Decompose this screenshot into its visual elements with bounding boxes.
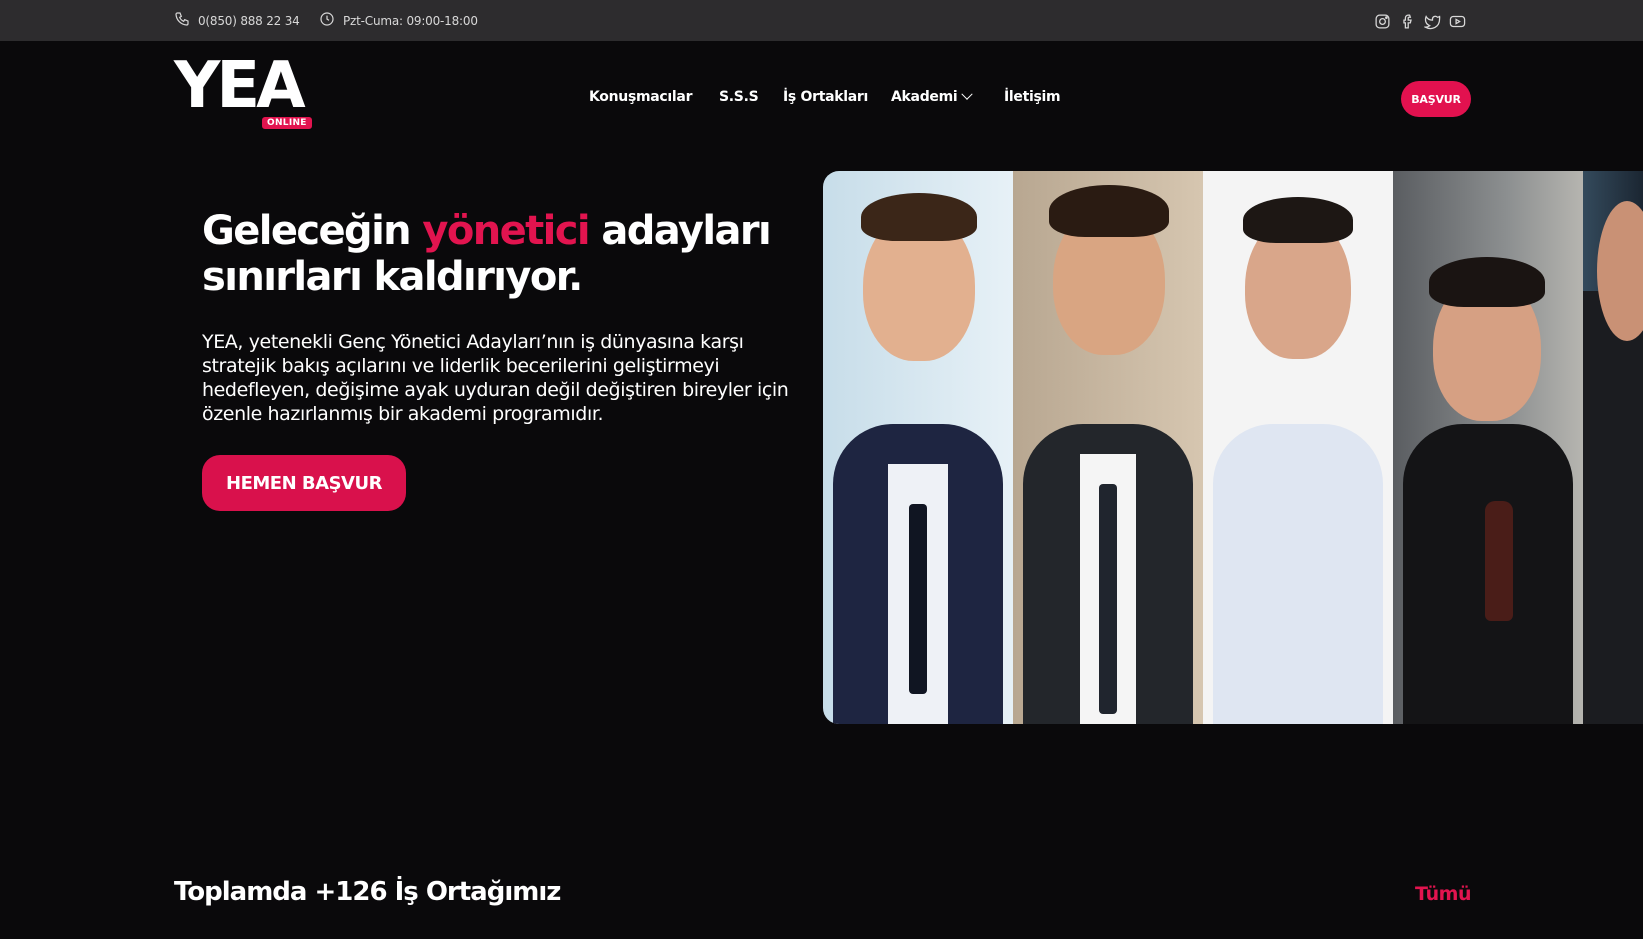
nav-item-faq[interactable]: S.S.S [719,89,759,105]
speaker-hair [1243,197,1353,243]
apply-button[interactable]: BAŞVUR [1401,81,1471,117]
hero-title-accent: yönetici [422,208,590,254]
apply-now-button[interactable]: HEMEN BAŞVUR [202,455,406,511]
speaker-suit [1583,291,1643,724]
instagram-icon[interactable] [1374,13,1391,30]
speakers-gallery [823,171,1643,724]
speaker-photo [1203,171,1393,724]
nav-item-contact[interactable]: İletişim [1004,89,1061,105]
all-partners-link[interactable]: Tümü [1415,883,1472,905]
speaker-shirt-body [1213,424,1383,724]
speaker-tie [909,504,927,694]
bottle-image [1485,501,1513,621]
speaker-hair [861,193,977,241]
top-bar: 0(850) 888 22 34 Pzt-Cuma: 09:00-18:00 [0,0,1643,41]
partners-title: Toplamda +126 İş Ortağımız [174,877,561,907]
speaker-hair [1049,185,1169,237]
nav-item-academy[interactable]: Akademi [891,88,974,105]
speaker-photo [1393,171,1583,724]
facebook-icon[interactable] [1399,13,1416,30]
social-links [1374,13,1466,30]
clock-icon [319,11,335,30]
speaker-hair [1429,257,1545,307]
nav-item-partners[interactable]: İş Ortakları [783,89,868,105]
phone-number: 0(850) 888 22 34 [198,13,300,28]
speaker-photo [1013,171,1203,724]
phone-contact[interactable]: 0(850) 888 22 34 [174,11,300,30]
speaker-photo [823,171,1013,724]
chevron-down-icon [961,88,974,100]
speaker-photo [1583,171,1643,724]
working-hours-text: Pzt-Cuma: 09:00-18:00 [343,13,478,28]
hero-title: Geleceğin yönetici adayları sınırları ka… [202,208,802,300]
speaker-tie [1099,484,1117,714]
hero-description: YEA, yetenekli Genç Yönetici Adayları’nı… [202,331,789,425]
logo-badge: ONLINE [262,117,312,129]
twitter-icon[interactable] [1423,13,1441,30]
nav-item-academy-label: Akademi [891,89,958,105]
logo-text: YEA [174,49,306,123]
working-hours: Pzt-Cuma: 09:00-18:00 [319,11,478,30]
site-logo[interactable]: YEA ONLINE [174,54,312,132]
phone-icon [174,11,190,30]
youtube-icon[interactable] [1449,13,1466,30]
hero-title-pre: Geleceğin [202,208,423,254]
nav-item-speakers[interactable]: Konuşmacılar [589,89,692,105]
